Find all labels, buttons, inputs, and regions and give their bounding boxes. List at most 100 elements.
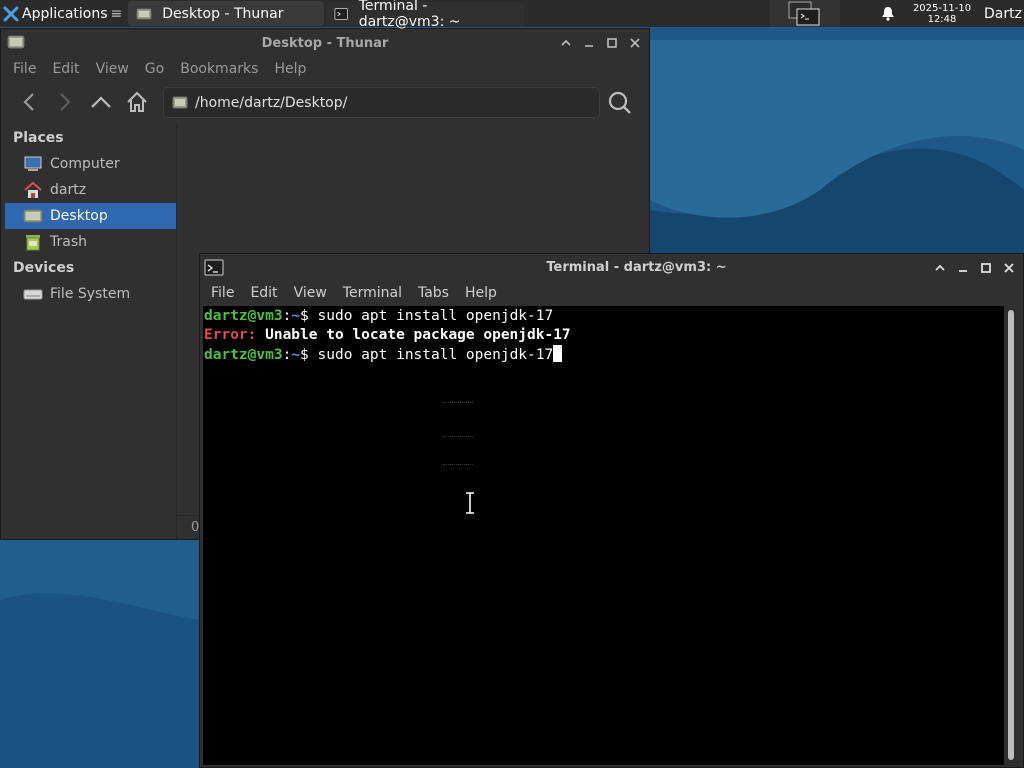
search-button[interactable] xyxy=(607,90,633,116)
command-text: sudo apt install openjdk-17 xyxy=(317,308,554,324)
window-minimize-button[interactable] xyxy=(954,259,971,276)
applications-menu-button[interactable]: Applications ≡ xyxy=(0,0,126,27)
text-cursor xyxy=(553,345,563,362)
menu-help[interactable]: Help xyxy=(266,61,314,77)
rendering-artifact xyxy=(443,436,473,440)
prompt-path: ~ xyxy=(291,308,301,324)
home-button[interactable] xyxy=(119,87,155,117)
arrow-right-icon xyxy=(60,93,71,111)
window-maximize-button[interactable] xyxy=(603,34,620,51)
sidebar-header-devices: Devices xyxy=(13,260,75,276)
window-shade-button[interactable] xyxy=(557,34,574,51)
sidebar-item-file-system[interactable]: File System xyxy=(5,281,176,307)
drive-icon xyxy=(23,285,43,303)
maximize-icon xyxy=(606,37,617,48)
clock[interactable]: 2025-11-10 12:48 xyxy=(910,3,974,25)
menu-edit[interactable]: Edit xyxy=(242,285,285,301)
search-icon xyxy=(608,91,631,114)
arrow-left-icon xyxy=(23,93,34,111)
sidebar-item-label: Trash xyxy=(50,234,87,250)
window-close-button[interactable] xyxy=(626,34,643,51)
sidebar-item-label: File System xyxy=(50,286,131,302)
user-menu[interactable]: Dartz xyxy=(984,6,1024,22)
taskbar-item-thunar[interactable]: Desktop - Thunar xyxy=(128,1,325,26)
window-shade-button[interactable] xyxy=(931,259,948,276)
sidebar-item-label: dartz xyxy=(50,182,87,198)
thunar-menubar: File Edit View Go Bookmarks Help xyxy=(1,57,649,81)
close-icon xyxy=(629,37,640,48)
sidebar-item-trash[interactable]: Trash xyxy=(5,229,176,255)
prompt-separator: : xyxy=(282,347,292,363)
prompt-user: dartz@vm3 xyxy=(204,347,283,363)
terminal-menubar: File Edit View Terminal Tabs Help xyxy=(200,281,1023,305)
terminal-scrollbar[interactable] xyxy=(1006,308,1016,763)
window-maximize-button[interactable] xyxy=(977,259,994,276)
workspace-switcher[interactable] xyxy=(770,0,840,27)
back-button[interactable] xyxy=(11,87,47,117)
command-text: sudo apt install openjdk-17 xyxy=(317,347,554,363)
desktop-folder-icon xyxy=(7,35,25,49)
menu-file[interactable]: File xyxy=(5,61,44,77)
window-title: Terminal - dartz@vm3: ~ xyxy=(546,260,727,275)
prompt-separator: : xyxy=(282,308,292,324)
prompt-symbol: $ xyxy=(300,308,318,324)
notification-bell-icon[interactable] xyxy=(876,6,900,21)
clock-time: 12:48 xyxy=(927,13,957,25)
prompt-path: ~ xyxy=(291,347,301,363)
terminal-icon xyxy=(334,7,349,20)
forward-button[interactable] xyxy=(47,87,83,117)
thunar-titlebar[interactable]: Desktop - Thunar xyxy=(1,29,649,57)
top-panel: Applications ≡ Desktop - Thunar Terminal… xyxy=(0,0,1024,30)
menu-tabs[interactable]: Tabs xyxy=(410,285,457,301)
menu-go[interactable]: Go xyxy=(137,61,172,77)
menu-view[interactable]: View xyxy=(88,61,137,77)
taskbar-item-label: Desktop - Thunar xyxy=(162,5,284,22)
bell-icon xyxy=(882,7,894,21)
menu-file[interactable]: File xyxy=(203,285,242,301)
menu-bookmarks[interactable]: Bookmarks xyxy=(172,61,266,77)
menu-terminal[interactable]: Terminal xyxy=(335,285,410,301)
maximize-icon xyxy=(980,262,991,273)
terminal-line: dartz@vm3:~$ sudo apt install openjdk-17 xyxy=(204,345,1004,364)
home-icon xyxy=(127,91,147,112)
applications-label: Applications xyxy=(22,5,108,22)
home-icon xyxy=(23,181,43,199)
window-close-button[interactable] xyxy=(1000,259,1017,276)
rendering-artifact xyxy=(443,464,473,468)
sidebar-item-desktop[interactable]: Desktop xyxy=(5,203,176,229)
sidebar-item-dartz[interactable]: dartz xyxy=(5,177,176,203)
thunar-sidebar: Places Computer dartz Desktop Trash Devi xyxy=(5,125,176,538)
menu-edit[interactable]: Edit xyxy=(44,61,87,77)
location-bar[interactable]: /home/dartz/Desktop/ xyxy=(163,87,600,118)
menu-help[interactable]: Help xyxy=(457,285,505,301)
location-path: /home/dartz/Desktop/ xyxy=(195,94,348,111)
terminal-line: dartz@vm3:~$ sudo apt install openjdk-17 xyxy=(204,307,1004,326)
scrollbar-thumb[interactable] xyxy=(1008,310,1014,760)
terminal-titlebar[interactable]: Terminal - dartz@vm3: ~ xyxy=(200,254,1023,281)
thunar-toolbar: /home/dartz/Desktop/ xyxy=(1,81,649,123)
error-label: Error: xyxy=(204,327,257,343)
window-controls xyxy=(931,259,1017,276)
taskbar-item-terminal[interactable]: Terminal - dartz@vm3: ~ xyxy=(326,0,525,30)
minimize-icon xyxy=(958,269,967,272)
menu-view[interactable]: View xyxy=(286,285,335,301)
computer-icon xyxy=(23,155,43,173)
prompt-symbol: $ xyxy=(300,347,318,363)
rendering-artifact xyxy=(443,402,473,406)
applications-separator-icon: ≡ xyxy=(110,5,123,22)
window-title: Desktop - Thunar xyxy=(261,35,389,51)
sidebar-header-places: Places xyxy=(13,130,64,146)
desktop-folder-icon xyxy=(136,8,152,19)
parent-folder-button[interactable] xyxy=(83,87,119,117)
terminal-icon xyxy=(204,259,224,276)
desktop-folder-icon xyxy=(172,96,188,109)
desktop-icon xyxy=(23,207,43,225)
clock-date: 2025-11-10 xyxy=(912,2,972,14)
error-message: Unable to locate package openjdk-17 xyxy=(256,327,571,343)
window-minimize-button[interactable] xyxy=(580,34,597,51)
terminal-screen[interactable]: dartz@vm3:~$ sudo apt install openjdk-17… xyxy=(203,306,1004,765)
trash-icon xyxy=(23,233,43,251)
sidebar-item-label: Desktop xyxy=(50,208,108,224)
taskbar-item-label: Terminal - dartz@vm3: ~ xyxy=(358,0,461,30)
sidebar-item-computer[interactable]: Computer xyxy=(5,151,176,177)
